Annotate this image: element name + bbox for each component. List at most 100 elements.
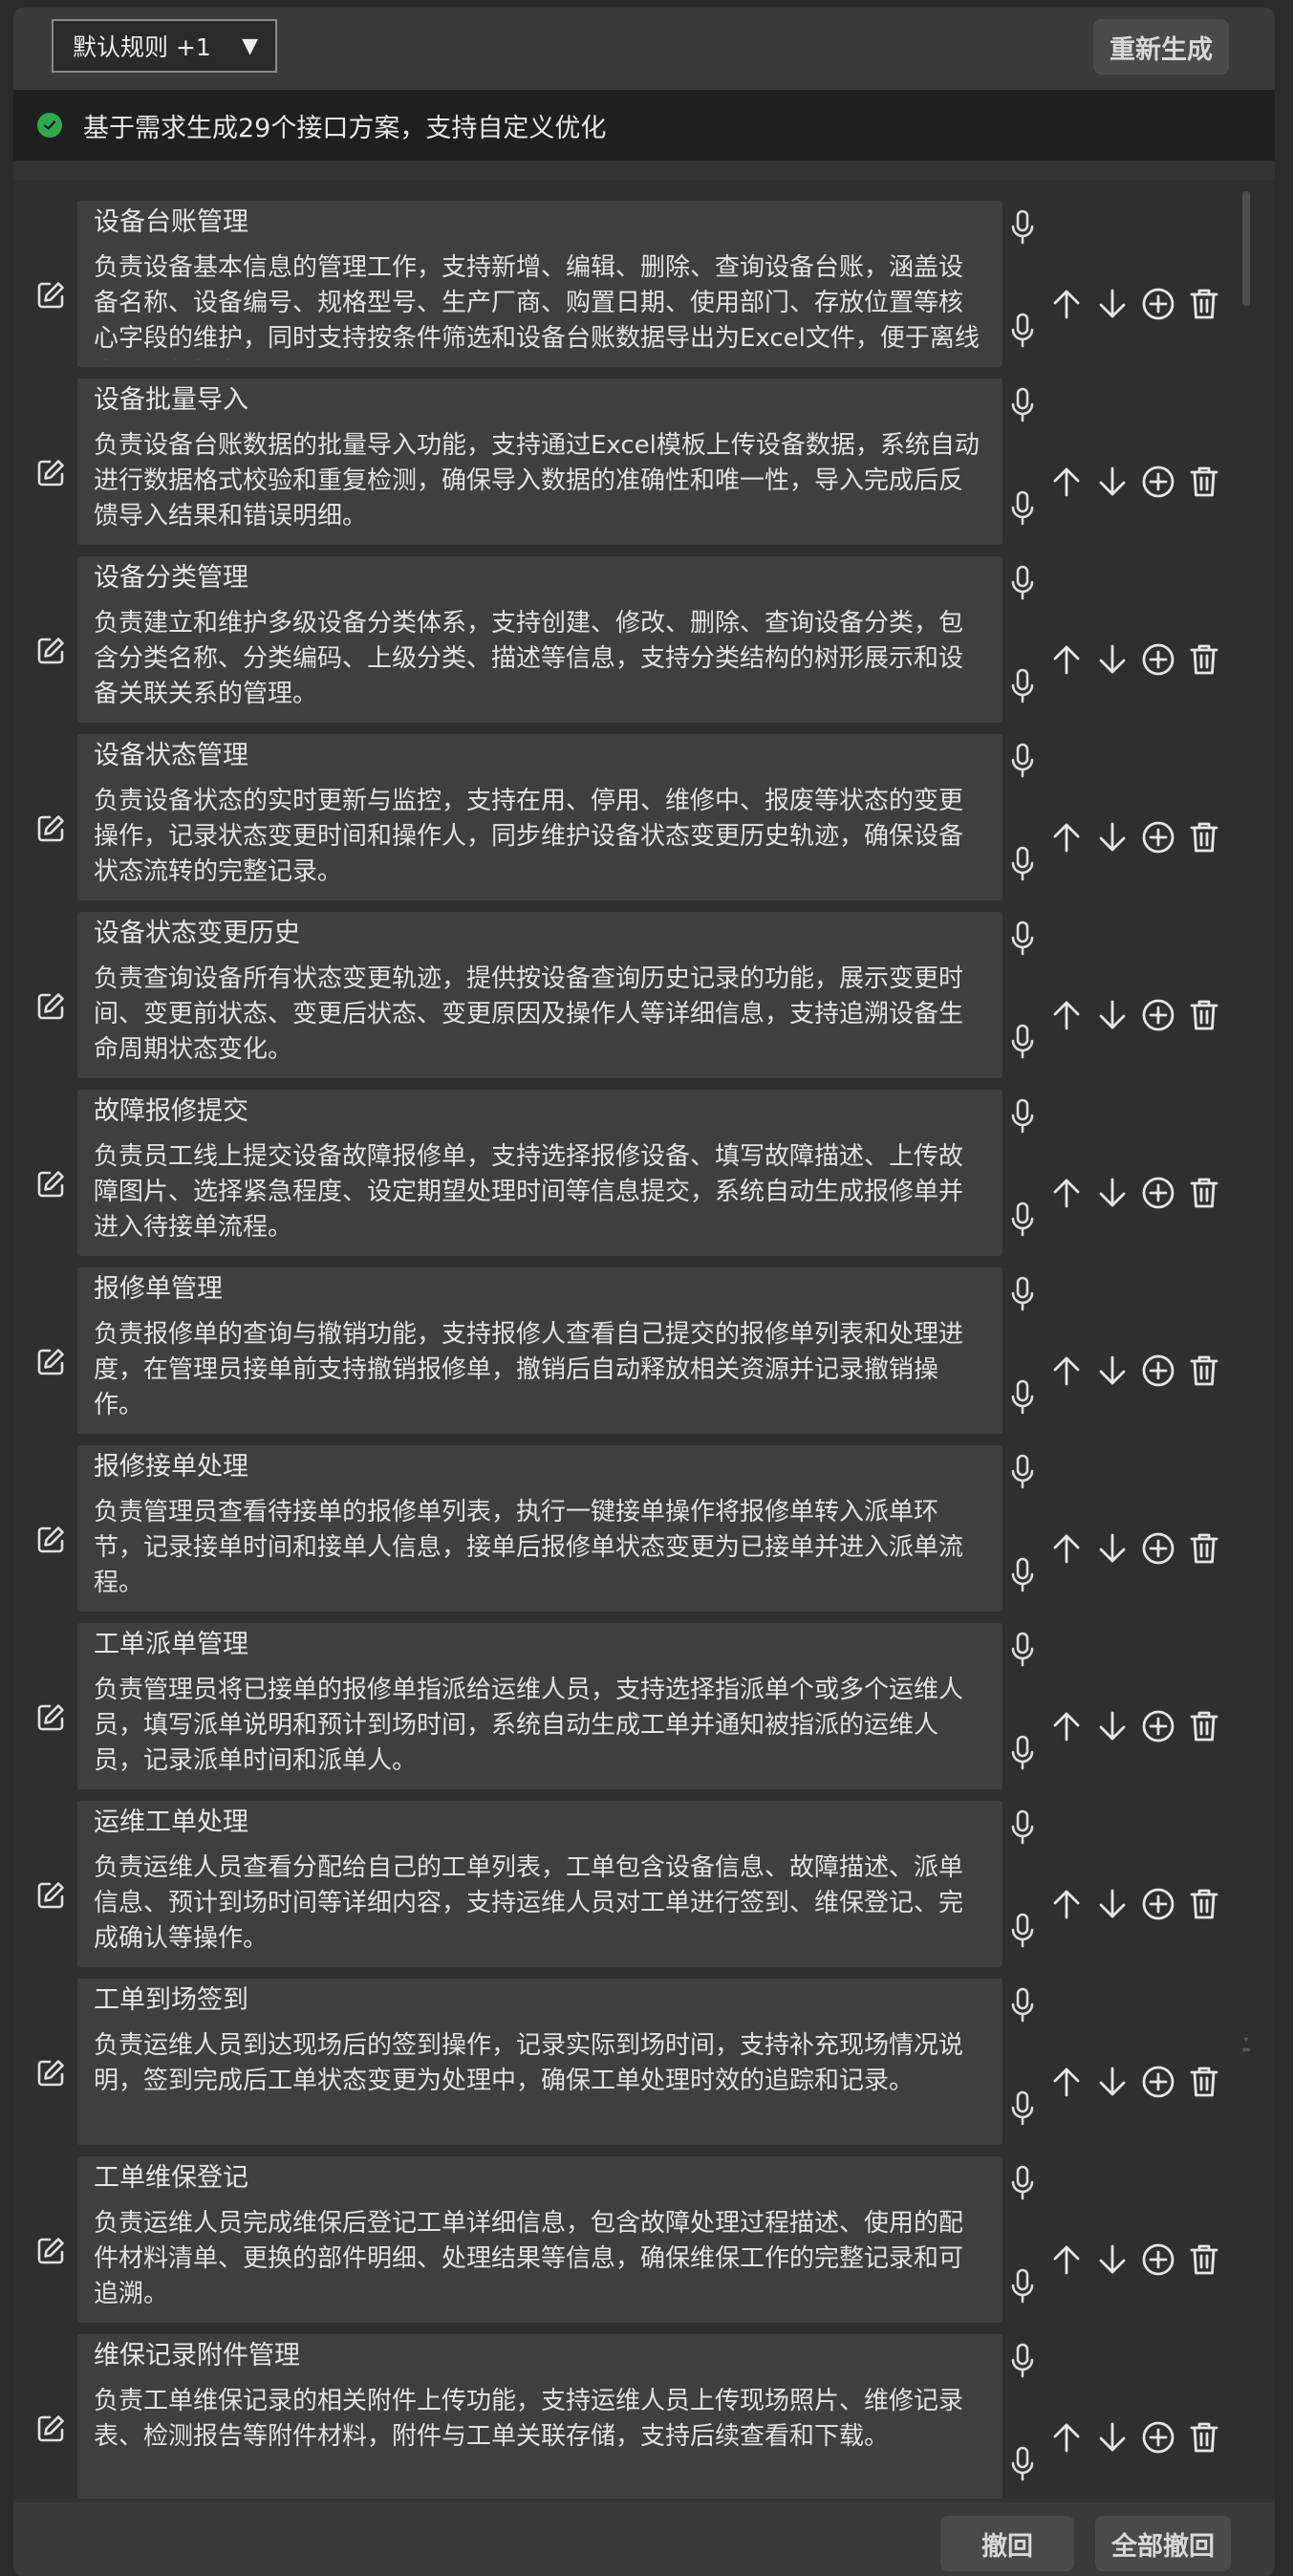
move-down-icon[interactable] xyxy=(1095,820,1130,855)
description-mic-icon[interactable] xyxy=(1010,1378,1035,1417)
move-down-icon[interactable] xyxy=(1095,287,1130,321)
edit-icon[interactable] xyxy=(34,1524,67,1556)
edit-icon[interactable] xyxy=(34,2235,67,2267)
description-mic-icon[interactable] xyxy=(1010,667,1035,705)
item-card[interactable]: 工单到场签到 负责运维人员到达现场后的签到操作，记录实际到场时间，支持补充现场情… xyxy=(77,1979,1002,2145)
edit-icon[interactable] xyxy=(34,990,67,1023)
trash-icon[interactable] xyxy=(1187,287,1221,321)
trash-icon[interactable] xyxy=(1187,642,1221,677)
move-up-icon[interactable] xyxy=(1049,2065,1084,2099)
trash-icon[interactable] xyxy=(1187,1176,1221,1210)
trash-icon[interactable] xyxy=(1187,998,1221,1032)
item-card[interactable]: 工单派单管理 负责管理员将已接单的报修单指派给运维人员，支持选择指派单个或多个运… xyxy=(77,1623,1002,1789)
description-mic-icon[interactable] xyxy=(1010,2267,1035,2305)
add-circle-icon[interactable] xyxy=(1141,642,1175,677)
edit-icon[interactable] xyxy=(34,2057,67,2089)
title-mic-icon[interactable] xyxy=(1010,1808,1035,1847)
add-circle-icon[interactable] xyxy=(1141,998,1175,1032)
add-circle-icon[interactable] xyxy=(1141,1531,1175,1566)
move-up-icon[interactable] xyxy=(1049,642,1084,677)
item-card[interactable]: 维保记录附件管理 负责工单维保记录的相关附件上传功能，支持运维人员上传现场照片、… xyxy=(77,2334,1002,2499)
description-mic-icon[interactable] xyxy=(1010,1556,1035,1594)
move-up-icon[interactable] xyxy=(1049,1709,1084,1743)
move-up-icon[interactable] xyxy=(1049,820,1084,855)
add-circle-icon[interactable] xyxy=(1141,2242,1175,2277)
trash-icon[interactable] xyxy=(1187,465,1221,499)
move-down-icon[interactable] xyxy=(1095,1887,1130,1921)
move-down-icon[interactable] xyxy=(1095,1176,1130,1210)
item-card[interactable]: 工单维保登记 负责运维人员完成维保后登记工单详细信息，包含故障处理过程描述、使用… xyxy=(77,2156,1002,2323)
move-up-icon[interactable] xyxy=(1049,1531,1084,1566)
title-mic-icon[interactable] xyxy=(1010,1453,1035,1491)
item-card[interactable]: 设备批量导入 负责设备台账数据的批量导入功能，支持通过Excel模板上传设备数据… xyxy=(77,379,1002,545)
trash-icon[interactable] xyxy=(1187,2242,1221,2277)
trash-icon[interactable] xyxy=(1187,2420,1221,2455)
title-mic-icon[interactable] xyxy=(1010,1097,1035,1136)
move-up-icon[interactable] xyxy=(1049,998,1084,1032)
trash-icon[interactable] xyxy=(1187,1887,1221,1921)
description-mic-icon[interactable] xyxy=(1010,845,1035,883)
title-mic-icon[interactable] xyxy=(1010,742,1035,780)
item-card[interactable]: 报修单管理 负责报修单的查询与撤销功能，支持报修人查看自己提交的报修单列表和处理… xyxy=(77,1267,1002,1434)
title-mic-icon[interactable] xyxy=(1010,1631,1035,1669)
move-down-icon[interactable] xyxy=(1095,998,1130,1032)
item-card[interactable]: 设备台账管理 负责设备基本信息的管理工作，支持新增、编辑、删除、查询设备台账，涵… xyxy=(77,201,1002,367)
title-mic-icon[interactable] xyxy=(1010,208,1035,247)
edit-icon[interactable] xyxy=(34,2413,67,2445)
title-mic-icon[interactable] xyxy=(1010,2342,1035,2380)
edit-icon[interactable] xyxy=(34,812,67,845)
description-mic-icon[interactable] xyxy=(1010,1734,1035,1772)
description-mic-icon[interactable] xyxy=(1010,1912,1035,1950)
item-card[interactable]: 设备分类管理 负责建立和维护多级设备分类体系，支持创建、修改、删除、查询设备分类… xyxy=(77,556,1002,723)
move-up-icon[interactable] xyxy=(1049,1353,1084,1388)
edit-icon[interactable] xyxy=(34,1168,67,1201)
scrollbar[interactable]: ▾ ▬ xyxy=(1240,191,1252,2485)
add-circle-icon[interactable] xyxy=(1141,287,1175,321)
scroll-thumb[interactable] xyxy=(1242,191,1250,306)
title-mic-icon[interactable] xyxy=(1010,920,1035,958)
move-down-icon[interactable] xyxy=(1095,2420,1130,2455)
move-up-icon[interactable] xyxy=(1049,2420,1084,2455)
rule-select[interactable]: 默认规则 +1 ▼ xyxy=(52,19,277,73)
move-up-icon[interactable] xyxy=(1049,1887,1084,1921)
item-card[interactable]: 设备状态变更历史 负责查询设备所有状态变更轨迹，提供按设备查询历史记录的功能，展… xyxy=(77,912,1002,1078)
undo-button[interactable]: 撤回 xyxy=(940,2516,1074,2571)
move-down-icon[interactable] xyxy=(1095,1353,1130,1388)
move-down-icon[interactable] xyxy=(1095,2065,1130,2099)
move-down-icon[interactable] xyxy=(1095,1531,1130,1566)
move-up-icon[interactable] xyxy=(1049,2242,1084,2277)
title-mic-icon[interactable] xyxy=(1010,1986,1035,2024)
title-mic-icon[interactable] xyxy=(1010,1275,1035,1313)
edit-icon[interactable] xyxy=(34,457,67,489)
trash-icon[interactable] xyxy=(1187,820,1221,855)
item-card[interactable]: 报修接单处理 负责管理员查看待接单的报修单列表，执行一键接单操作将报修单转入派单… xyxy=(77,1445,1002,1612)
trash-icon[interactable] xyxy=(1187,2065,1221,2099)
edit-icon[interactable] xyxy=(34,1879,67,1912)
trash-icon[interactable] xyxy=(1187,1709,1221,1743)
add-circle-icon[interactable] xyxy=(1141,2420,1175,2455)
add-circle-icon[interactable] xyxy=(1141,465,1175,499)
add-circle-icon[interactable] xyxy=(1141,820,1175,855)
description-mic-icon[interactable] xyxy=(1010,312,1035,350)
description-mic-icon[interactable] xyxy=(1010,1023,1035,1061)
edit-icon[interactable] xyxy=(34,279,67,312)
item-card[interactable]: 运维工单处理 负责运维人员查看分配给自己的工单列表，工单包含设备信息、故障描述、… xyxy=(77,1801,1002,1967)
description-mic-icon[interactable] xyxy=(1010,489,1035,528)
add-circle-icon[interactable] xyxy=(1141,1176,1175,1210)
trash-icon[interactable] xyxy=(1187,1353,1221,1388)
edit-icon[interactable] xyxy=(34,1701,67,1734)
add-circle-icon[interactable] xyxy=(1141,1353,1175,1388)
description-mic-icon[interactable] xyxy=(1010,2445,1035,2483)
trash-icon[interactable] xyxy=(1187,1531,1221,1566)
add-circle-icon[interactable] xyxy=(1141,2065,1175,2099)
description-mic-icon[interactable] xyxy=(1010,2089,1035,2128)
title-mic-icon[interactable] xyxy=(1010,564,1035,602)
move-up-icon[interactable] xyxy=(1049,287,1084,321)
regenerate-button[interactable]: 重新生成 xyxy=(1093,19,1229,75)
undo-all-button[interactable]: 全部撤回 xyxy=(1095,2516,1231,2571)
add-circle-icon[interactable] xyxy=(1141,1709,1175,1743)
move-down-icon[interactable] xyxy=(1095,1709,1130,1743)
add-circle-icon[interactable] xyxy=(1141,1887,1175,1921)
item-card[interactable]: 设备状态管理 负责设备状态的实时更新与监控，支持在用、停用、维修中、报废等状态的… xyxy=(77,734,1002,900)
move-down-icon[interactable] xyxy=(1095,2242,1130,2277)
